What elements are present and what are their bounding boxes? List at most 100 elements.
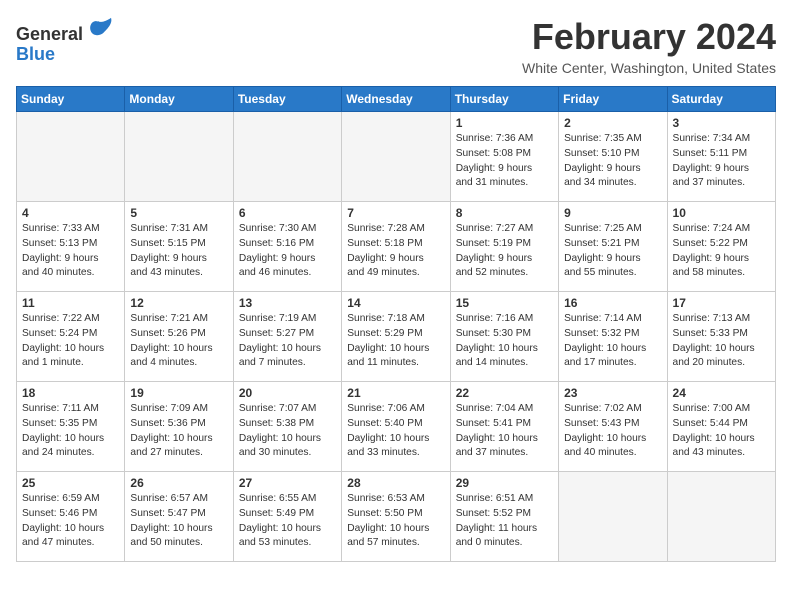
- location: White Center, Washington, United States: [522, 60, 776, 76]
- day-number: 10: [673, 206, 770, 220]
- calendar-day-cell: 22 Sunrise: 7:04 AM Sunset: 5:41 PM Dayli…: [450, 382, 558, 472]
- calendar-week-row: 1 Sunrise: 7:36 AM Sunset: 5:08 PM Daylig…: [17, 112, 776, 202]
- day-info: Sunrise: 7:33 AM Sunset: 5:13 PM Dayligh…: [22, 222, 119, 281]
- day-info: Sunrise: 7:21 AM Sunset: 5:26 PM Dayligh…: [130, 312, 227, 371]
- calendar-day-cell: [17, 112, 125, 202]
- day-info: Sunrise: 7:07 AM Sunset: 5:38 PM Dayligh…: [239, 402, 336, 461]
- day-number: 7: [347, 206, 444, 220]
- day-number: 14: [347, 296, 444, 310]
- day-number: 23: [564, 386, 661, 400]
- day-info: Sunrise: 7:34 AM Sunset: 5:11 PM Dayligh…: [673, 132, 770, 191]
- weekday-header: Tuesday: [233, 87, 341, 112]
- day-number: 20: [239, 386, 336, 400]
- day-number: 2: [564, 116, 661, 130]
- day-number: 18: [22, 386, 119, 400]
- calendar-day-cell: [667, 472, 775, 562]
- day-number: 26: [130, 476, 227, 490]
- calendar-day-cell: 13Sunrise: 7:19 AM Sunset: 5:27 PM Dayli…: [233, 292, 341, 382]
- day-number: 27: [239, 476, 336, 490]
- calendar-day-cell: 2 Sunrise: 7:35 AM Sunset: 5:10 PM Daylig…: [559, 112, 667, 202]
- day-info: Sunrise: 7:04 AM Sunset: 5:41 PM Dayligh…: [456, 402, 553, 461]
- weekday-header: Sunday: [17, 87, 125, 112]
- calendar-day-cell: 28Sunrise: 6:53 AM Sunset: 5:50 PM Dayli…: [342, 472, 450, 562]
- day-info: Sunrise: 7:24 AM Sunset: 5:22 PM Dayligh…: [673, 222, 770, 281]
- calendar-day-cell: 11 Sunrise: 7:22 AM Sunset: 5:24 PM Dayli…: [17, 292, 125, 382]
- calendar-day-cell: 23 Sunrise: 7:02 AM Sunset: 5:43 PM Dayli…: [559, 382, 667, 472]
- day-info: Sunrise: 7:31 AM Sunset: 5:15 PM Dayligh…: [130, 222, 227, 281]
- calendar-day-cell: 8Sunrise: 7:27 AM Sunset: 5:19 PM Daylig…: [450, 202, 558, 292]
- day-number: 19: [130, 386, 227, 400]
- calendar-day-cell: 7 Sunrise: 7:28 AM Sunset: 5:18 PM Daylig…: [342, 202, 450, 292]
- calendar-day-cell: [125, 112, 233, 202]
- day-number: 3: [673, 116, 770, 130]
- day-number: 5: [130, 206, 227, 220]
- day-info: Sunrise: 7:22 AM Sunset: 5:24 PM Dayligh…: [22, 312, 119, 371]
- calendar-day-cell: 20 Sunrise: 7:07 AM Sunset: 5:38 PM Dayli…: [233, 382, 341, 472]
- calendar-day-cell: 14 Sunrise: 7:18 AM Sunset: 5:29 PM Dayli…: [342, 292, 450, 382]
- weekday-header: Wednesday: [342, 87, 450, 112]
- day-number: 12: [130, 296, 227, 310]
- calendar-day-cell: 5 Sunrise: 7:31 AM Sunset: 5:15 PM Daylig…: [125, 202, 233, 292]
- day-number: 11: [22, 296, 119, 310]
- day-info: Sunrise: 6:59 AM Sunset: 5:46 PM Dayligh…: [22, 492, 119, 551]
- day-number: 6: [239, 206, 336, 220]
- calendar-week-row: 11 Sunrise: 7:22 AM Sunset: 5:24 PM Dayli…: [17, 292, 776, 382]
- calendar-day-cell: [233, 112, 341, 202]
- day-info: Sunrise: 7:28 AM Sunset: 5:18 PM Dayligh…: [347, 222, 444, 281]
- day-info: Sunrise: 7:19 AM Sunset: 5:27 PM Dayligh…: [239, 312, 336, 371]
- day-info: Sunrise: 7:25 AM Sunset: 5:21 PM Dayligh…: [564, 222, 661, 281]
- day-info: Sunrise: 7:36 AM Sunset: 5:08 PM Dayligh…: [456, 132, 553, 191]
- day-info: Sunrise: 7:18 AM Sunset: 5:29 PM Dayligh…: [347, 312, 444, 371]
- weekday-row: SundayMondayTuesdayWednesdayThursdayFrid…: [17, 87, 776, 112]
- weekday-header: Monday: [125, 87, 233, 112]
- weekday-header: Friday: [559, 87, 667, 112]
- day-number: 16: [564, 296, 661, 310]
- day-info: Sunrise: 6:57 AM Sunset: 5:47 PM Dayligh…: [130, 492, 227, 551]
- logo-general: General: [16, 24, 83, 44]
- day-info: Sunrise: 7:06 AM Sunset: 5:40 PM Dayligh…: [347, 402, 444, 461]
- calendar-day-cell: 1 Sunrise: 7:36 AM Sunset: 5:08 PM Daylig…: [450, 112, 558, 202]
- page-header: General Blue February 2024 White Center,…: [16, 16, 776, 76]
- day-info: Sunrise: 6:53 AM Sunset: 5:50 PM Dayligh…: [347, 492, 444, 551]
- logo-bird-icon: [85, 16, 113, 40]
- day-number: 17: [673, 296, 770, 310]
- calendar-day-cell: 10 Sunrise: 7:24 AM Sunset: 5:22 PM Dayli…: [667, 202, 775, 292]
- calendar-day-cell: 15Sunrise: 7:16 AM Sunset: 5:30 PM Dayli…: [450, 292, 558, 382]
- day-info: Sunrise: 7:13 AM Sunset: 5:33 PM Dayligh…: [673, 312, 770, 371]
- day-number: 1: [456, 116, 553, 130]
- calendar-day-cell: 29Sunrise: 6:51 AM Sunset: 5:52 PM Dayli…: [450, 472, 558, 562]
- calendar-day-cell: 21 Sunrise: 7:06 AM Sunset: 5:40 PM Dayli…: [342, 382, 450, 472]
- calendar-day-cell: 17 Sunrise: 7:13 AM Sunset: 5:33 PM Dayli…: [667, 292, 775, 382]
- day-info: Sunrise: 7:09 AM Sunset: 5:36 PM Dayligh…: [130, 402, 227, 461]
- day-info: Sunrise: 7:35 AM Sunset: 5:10 PM Dayligh…: [564, 132, 661, 191]
- calendar-day-cell: 25 Sunrise: 6:59 AM Sunset: 5:46 PM Dayli…: [17, 472, 125, 562]
- weekday-header: Thursday: [450, 87, 558, 112]
- calendar-day-cell: [342, 112, 450, 202]
- calendar-day-cell: 6Sunrise: 7:30 AM Sunset: 5:16 PM Daylig…: [233, 202, 341, 292]
- day-number: 25: [22, 476, 119, 490]
- day-info: Sunrise: 7:14 AM Sunset: 5:32 PM Dayligh…: [564, 312, 661, 371]
- logo: General Blue: [16, 16, 113, 65]
- calendar-table: SundayMondayTuesdayWednesdayThursdayFrid…: [16, 86, 776, 562]
- calendar-day-cell: 18Sunrise: 7:11 AM Sunset: 5:35 PM Dayli…: [17, 382, 125, 472]
- calendar-header: SundayMondayTuesdayWednesdayThursdayFrid…: [17, 87, 776, 112]
- calendar-day-cell: 12 Sunrise: 7:21 AM Sunset: 5:26 PM Dayli…: [125, 292, 233, 382]
- calendar-day-cell: 9 Sunrise: 7:25 AM Sunset: 5:21 PM Daylig…: [559, 202, 667, 292]
- day-number: 22: [456, 386, 553, 400]
- day-number: 9: [564, 206, 661, 220]
- weekday-header: Saturday: [667, 87, 775, 112]
- calendar-day-cell: 4Sunrise: 7:33 AM Sunset: 5:13 PM Daylig…: [17, 202, 125, 292]
- day-number: 21: [347, 386, 444, 400]
- day-info: Sunrise: 7:16 AM Sunset: 5:30 PM Dayligh…: [456, 312, 553, 371]
- calendar-day-cell: 24Sunrise: 7:00 AM Sunset: 5:44 PM Dayli…: [667, 382, 775, 472]
- calendar-week-row: 4Sunrise: 7:33 AM Sunset: 5:13 PM Daylig…: [17, 202, 776, 292]
- day-number: 29: [456, 476, 553, 490]
- title-block: February 2024 White Center, Washington, …: [522, 16, 776, 76]
- month-title: February 2024: [522, 16, 776, 58]
- day-number: 8: [456, 206, 553, 220]
- calendar-day-cell: 3 Sunrise: 7:34 AM Sunset: 5:11 PM Daylig…: [667, 112, 775, 202]
- calendar-week-row: 18Sunrise: 7:11 AM Sunset: 5:35 PM Dayli…: [17, 382, 776, 472]
- calendar-week-row: 25 Sunrise: 6:59 AM Sunset: 5:46 PM Dayli…: [17, 472, 776, 562]
- calendar-day-cell: 26 Sunrise: 6:57 AM Sunset: 5:47 PM Dayli…: [125, 472, 233, 562]
- day-info: Sunrise: 7:02 AM Sunset: 5:43 PM Dayligh…: [564, 402, 661, 461]
